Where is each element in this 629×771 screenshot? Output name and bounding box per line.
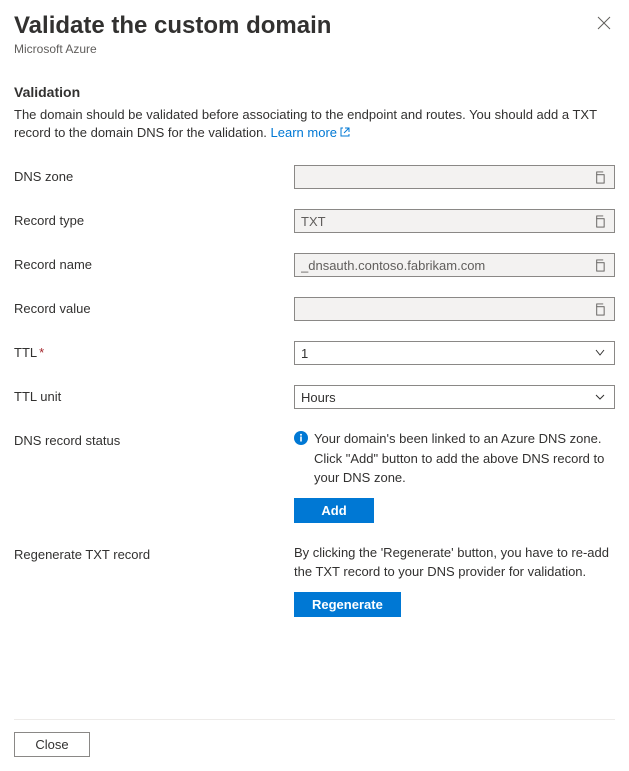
ttl-select[interactable]: 1 (294, 341, 615, 365)
chevron-down-icon (592, 389, 608, 405)
validation-description: The domain should be validated before as… (14, 106, 615, 143)
dns-record-status-label: DNS record status (14, 429, 294, 448)
dns-status-message: Your domain's been linked to an Azure DN… (314, 429, 615, 488)
external-link-icon (339, 125, 351, 143)
copy-icon[interactable] (591, 213, 608, 230)
regenerate-button[interactable]: Regenerate (294, 592, 401, 617)
dns-zone-label: DNS zone (14, 165, 294, 184)
ttl-unit-label: TTL unit (14, 385, 294, 404)
regenerate-message: By clicking the 'Regenerate' button, you… (294, 543, 615, 582)
regenerate-label: Regenerate TXT record (14, 543, 294, 562)
chevron-down-icon (592, 345, 608, 361)
ttl-unit-select[interactable]: Hours (294, 385, 615, 409)
ttl-label: TTL* (14, 341, 294, 360)
record-type-label: Record type (14, 209, 294, 228)
record-type-field: TXT (294, 209, 615, 233)
copy-icon[interactable] (591, 169, 608, 186)
record-value-field (294, 297, 615, 321)
close-button[interactable]: Close (14, 732, 90, 757)
dns-zone-field (294, 165, 615, 189)
copy-icon[interactable] (591, 257, 608, 274)
info-icon (294, 431, 308, 445)
record-name-label: Record name (14, 253, 294, 272)
panel-subtitle: Microsoft Azure (14, 42, 331, 56)
close-icon[interactable] (593, 12, 615, 37)
panel-title: Validate the custom domain (14, 12, 331, 40)
learn-more-link[interactable]: Learn more (271, 125, 351, 140)
copy-icon[interactable] (591, 301, 608, 318)
validation-heading: Validation (14, 84, 615, 100)
record-value-label: Record value (14, 297, 294, 316)
record-name-field: _dnsauth.contoso.fabrikam.com (294, 253, 615, 277)
add-button[interactable]: Add (294, 498, 374, 523)
